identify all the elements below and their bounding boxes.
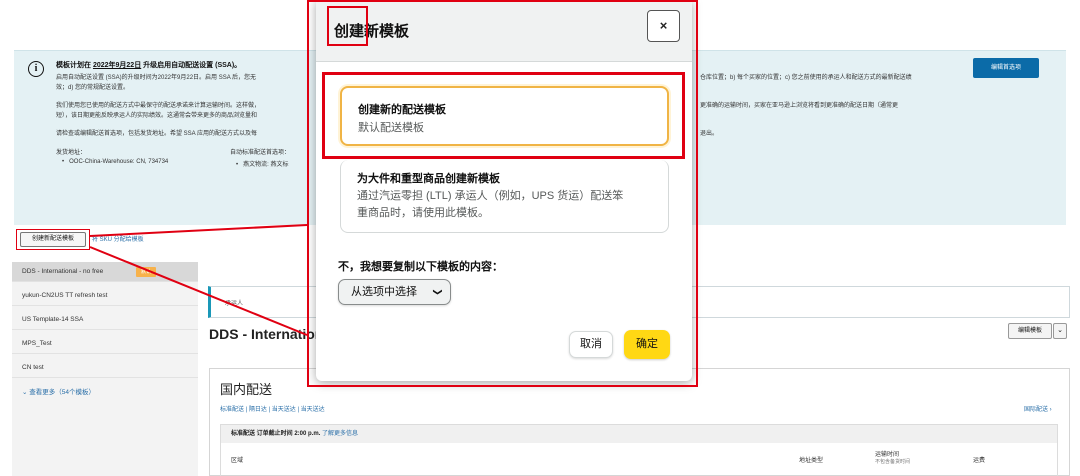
- edit-preferences-button[interactable]: 编辑首选项: [973, 58, 1039, 78]
- annotation-highlight-modal: [307, 0, 698, 387]
- international-shipping-link[interactable]: 国际配送 ›: [1024, 404, 1052, 413]
- ship-from-address: OOC-China-Warehouse: CN, 734734: [69, 159, 169, 165]
- learn-more-link[interactable]: 了解更多信息: [322, 431, 358, 437]
- sidebar-item-template[interactable]: CN test: [12, 358, 198, 378]
- edit-template-dropdown[interactable]: ⌄: [1053, 323, 1067, 339]
- carrier-notice-text: 承运人: [225, 301, 244, 307]
- standard-shipping-header: 标准配送 订单截止时间 2:00 p.m. 了解更多信息: [221, 425, 1057, 443]
- ship-from-label: 发货地址：: [56, 150, 87, 156]
- banner-title: 模板计划在 2022年9月22日 升级启用自动配送设置 (SSA)。: [56, 60, 241, 70]
- banner-title-suffix: 升级启用自动配送设置 (SSA)。: [143, 62, 242, 69]
- banner-text-line: 仓库位置；b) 每个买家的位置；c) 您之前使用的承运人和配送方式的最新配送绩: [700, 75, 912, 81]
- banner-text-line: 退出。: [700, 131, 719, 137]
- sidebar-item-label: yukun-CN2US TT refresh test: [22, 292, 108, 299]
- transit-time-sublabel: 不包含备货时间: [875, 459, 911, 465]
- sidebar-item-label: US Template-14 SSA: [22, 316, 84, 323]
- annotation-highlight-close-button: [327, 6, 368, 46]
- sidebar-item-label: CN test: [22, 364, 44, 371]
- auto-standard-label: 自动标准配送首选项：: [230, 150, 291, 156]
- annotation-highlight-create-button: [16, 229, 90, 250]
- sidebar-item-label: DDS - International - no free: [22, 268, 104, 275]
- banner-text-line: 请检查或编辑配送首选项，包括发货地址。希望 SSA 应用的配送方式以及每: [56, 131, 258, 137]
- annotation-highlight-option: [322, 72, 685, 159]
- banner-text-line: 短），该日期更能反映承运人的实际绩效。这通常会带来更多的商品浏览量和: [56, 113, 258, 119]
- sidebar-item-label: MPS_Test: [22, 340, 52, 347]
- ship-from-value: • OOC-China-Warehouse: CN, 734734: [62, 159, 169, 165]
- sidebar-item-template[interactable]: yukun-CN2US TT refresh test: [12, 286, 198, 306]
- column-header-transit-time: 运输时间 不包含备货时间: [875, 449, 910, 465]
- column-header-address-type: 地址类型: [799, 458, 824, 464]
- chevron-down-icon: ⌄: [1057, 327, 1063, 334]
- banner-title-prefix: 模板计划在: [56, 62, 91, 69]
- sidebar-item-template[interactable]: US Template-14 SSA: [12, 310, 198, 330]
- banner-text-line: 启用自动配送设置 (SSA)的升级时间为2022年9月22日。启用 SSA 后，…: [56, 75, 257, 81]
- edit-template-button[interactable]: 编辑模板: [1008, 323, 1052, 339]
- standard-shipping-cutoff: 标准配送 订单截止时间 2:00 p.m.: [231, 431, 321, 437]
- column-header-region: 区域: [231, 458, 244, 464]
- sidebar-item-template[interactable]: MPS_Test: [12, 334, 198, 354]
- banner-text-line: 更准确的运输时间，买家在亚马逊上浏览将看到更准确的配送日期（通常更: [700, 103, 899, 109]
- domestic-shipping-links[interactable]: 标准配送 | 隔日达 | 当天送达 | 当天送达: [220, 404, 325, 413]
- auto-standard-value: • 燕文物流: 燕文标: [236, 162, 289, 168]
- assign-sku-link[interactable]: 将 SKU 分配给模板: [92, 234, 144, 243]
- domestic-shipping-title: 国内配送: [220, 382, 273, 397]
- column-header-fee: 运费: [973, 458, 986, 464]
- info-icon: i: [28, 61, 44, 77]
- banner-title-date: 2022年9月22日: [92, 62, 142, 69]
- default-badge: 默认: [136, 267, 156, 277]
- standard-shipping-table: 标准配送 订单截止时间 2:00 p.m. 了解更多信息 区域 地址类型 运输时…: [220, 424, 1058, 476]
- sidebar-item-template[interactable]: DDS - International - no free 默认: [12, 262, 198, 282]
- banner-text-line: 效；d) 您的常规配送设置。: [56, 85, 130, 91]
- banner-text-line: 我们使用您已使用的配送方式中最保守的配送承诺来计算运输时间。这样做，: [56, 103, 261, 109]
- template-sidebar: DDS - International - no free 默认 yukun-C…: [12, 262, 198, 476]
- show-more-templates-link[interactable]: ⌄ 查看更多（54个模板）: [22, 386, 95, 396]
- auto-standard-carrier: 燕文物流: 燕文标: [243, 162, 289, 168]
